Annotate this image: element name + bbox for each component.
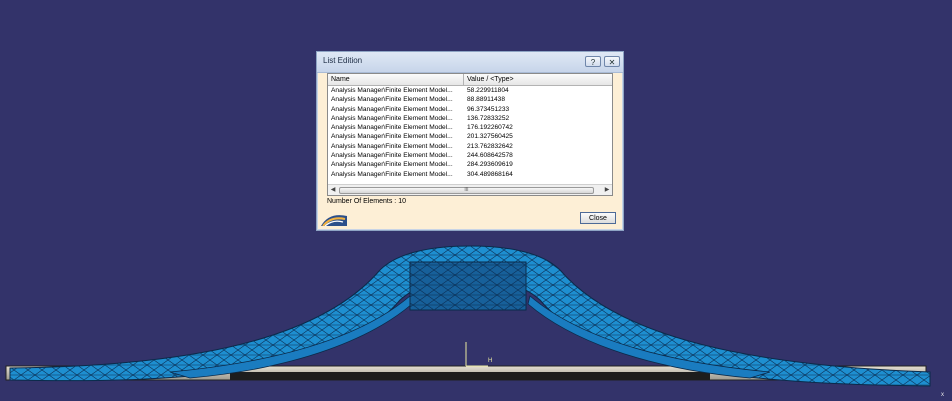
row-value: 304.489868164 — [467, 170, 513, 178]
row-name: Analysis Manager\Finite Element Model... — [331, 152, 453, 160]
row-name: Analysis Manager\Finite Element Model... — [331, 105, 453, 113]
list-edition-dialog: List Edition ? ✕ Name Value / <Type> Ana… — [316, 51, 624, 231]
scroll-right-arrow-icon[interactable]: ▶ — [602, 185, 612, 195]
catia-logo-icon — [321, 215, 347, 226]
list-row[interactable]: Analysis Manager\Finite Element Model...… — [328, 95, 612, 104]
row-value: 96.373451233 — [467, 105, 510, 113]
axis-h-label: H — [488, 358, 493, 364]
center-block-mesh — [410, 262, 526, 310]
row-value: 176.192260742 — [467, 124, 513, 132]
list-row[interactable]: Analysis Manager\Finite Element Model...… — [328, 132, 612, 141]
list-row[interactable]: Analysis Manager\Finite Element Model...… — [328, 123, 612, 132]
element-count: Number Of Elements : 10 — [327, 198, 406, 205]
row-name: Analysis Manager\Finite Element Model... — [331, 114, 453, 122]
row-value: 88.88911438 — [467, 96, 506, 104]
row-name: Analysis Manager\Finite Element Model... — [331, 142, 453, 150]
help-button[interactable]: ? — [585, 56, 601, 67]
horizontal-scrollbar[interactable]: ◀ III ▶ — [328, 184, 612, 195]
dialog-title: List Edition — [323, 56, 363, 65]
row-name: Analysis Manager\Finite Element Model... — [331, 161, 453, 169]
close-button[interactable]: Close — [580, 212, 616, 224]
element-list[interactable]: Name Value / <Type> Analysis Manager\Fin… — [327, 73, 613, 196]
base-shadow — [230, 372, 710, 380]
scroll-thumb[interactable]: III — [339, 187, 594, 194]
list-row[interactable]: Analysis Manager\Finite Element Model...… — [328, 105, 612, 114]
list-row[interactable]: Analysis Manager\Finite Element Model...… — [328, 142, 612, 151]
scroll-left-arrow-icon[interactable]: ◀ — [328, 185, 338, 195]
row-value: 58.229911804 — [467, 87, 509, 94]
dialog-titlebar[interactable]: List Edition ? ✕ — [317, 52, 623, 73]
list-row[interactable]: Analysis Manager\Finite Element Model...… — [328, 151, 612, 160]
close-window-button[interactable]: ✕ — [604, 56, 620, 67]
row-value: 213.762832642 — [467, 142, 513, 150]
list-row[interactable]: Analysis Manager\Finite Element Model...… — [328, 170, 612, 179]
list-row[interactable]: Analysis Manager\Finite Element Model...… — [328, 86, 612, 95]
row-value: 284.293609619 — [467, 161, 513, 169]
column-header-value[interactable]: Value / <Type> — [464, 74, 612, 85]
row-name: Analysis Manager\Finite Element Model... — [331, 87, 453, 94]
list-header: Name Value / <Type> — [328, 74, 612, 86]
row-name: Analysis Manager\Finite Element Model... — [331, 96, 453, 104]
column-header-name[interactable]: Name — [328, 74, 464, 85]
row-value: 136.72833252 — [467, 114, 510, 122]
row-name: Analysis Manager\Finite Element Model... — [331, 170, 453, 178]
list-rows: Analysis Manager\Finite Element Model...… — [328, 86, 612, 179]
row-value: 201.327560425 — [467, 133, 513, 141]
corner-axis-label: x — [941, 392, 944, 398]
row-value: 244.608642578 — [467, 152, 513, 160]
row-name: Analysis Manager\Finite Element Model... — [331, 133, 453, 141]
list-row[interactable]: Analysis Manager\Finite Element Model...… — [328, 114, 612, 123]
row-name: Analysis Manager\Finite Element Model... — [331, 124, 453, 132]
list-row[interactable]: Analysis Manager\Finite Element Model...… — [328, 160, 612, 169]
